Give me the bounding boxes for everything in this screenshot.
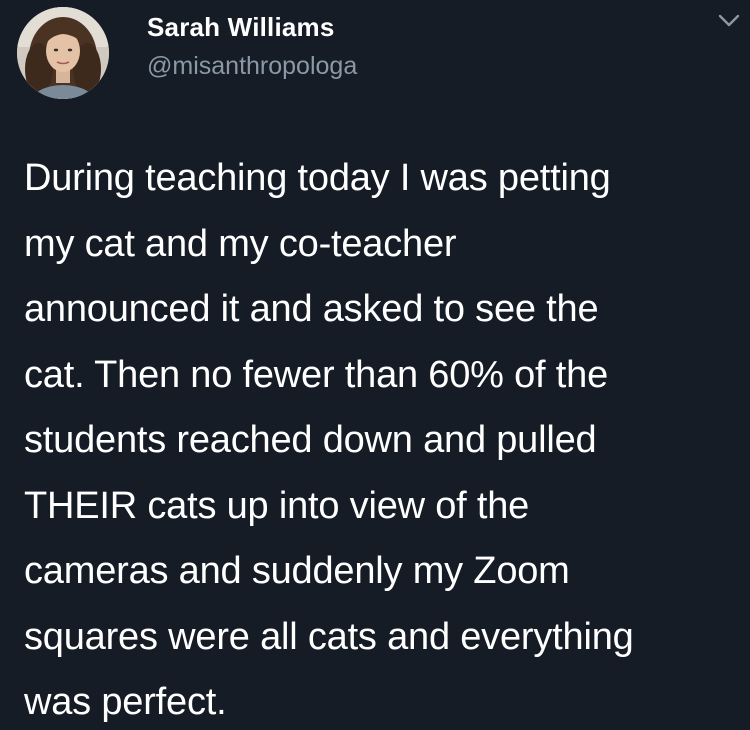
author-handle[interactable]: @misanthropologa (147, 52, 357, 81)
avatar[interactable] (17, 7, 109, 99)
author-display-name[interactable]: Sarah Williams (147, 12, 335, 43)
tweet-card: Sarah Williams @misanthropologa During t… (0, 0, 750, 730)
chevron-down-icon[interactable] (716, 10, 742, 32)
tweet-text: During teaching today I was petting my c… (24, 157, 634, 723)
profile-photo-icon (17, 7, 109, 99)
